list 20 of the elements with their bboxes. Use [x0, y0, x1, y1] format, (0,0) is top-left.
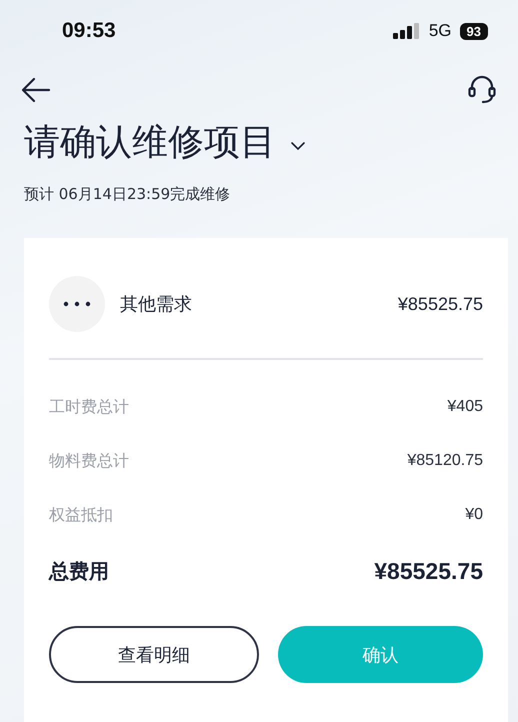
total-label: 总费用: [49, 558, 109, 584]
network-label: 5G: [428, 21, 452, 41]
status-time: 09:53: [62, 19, 116, 43]
page-title: 请确认维修项目: [24, 121, 276, 165]
details-button[interactable]: 查看明细: [49, 626, 258, 683]
fee-amount: ¥0: [465, 506, 483, 524]
chevron-down-icon[interactable]: [290, 140, 306, 150]
completion-estimate: 预计 06月14日23:59完成维修: [23, 184, 232, 204]
fee-amount: ¥85120.75: [407, 452, 483, 470]
item-name: 其他需求: [120, 293, 193, 316]
fee-label: 工时费总计: [49, 396, 129, 418]
fee-label: 权益抵扣: [49, 504, 113, 526]
fee-label: 物料费总计: [49, 450, 129, 472]
headset-icon[interactable]: [468, 75, 496, 105]
back-arrow-icon[interactable]: [21, 77, 51, 103]
item-price: ¥85525.75: [398, 294, 483, 314]
total-amount: ¥85525.75: [374, 558, 483, 584]
signal-icon: [392, 23, 421, 39]
battery-indicator: 93: [460, 22, 488, 40]
fee-amount: ¥405: [447, 398, 483, 416]
